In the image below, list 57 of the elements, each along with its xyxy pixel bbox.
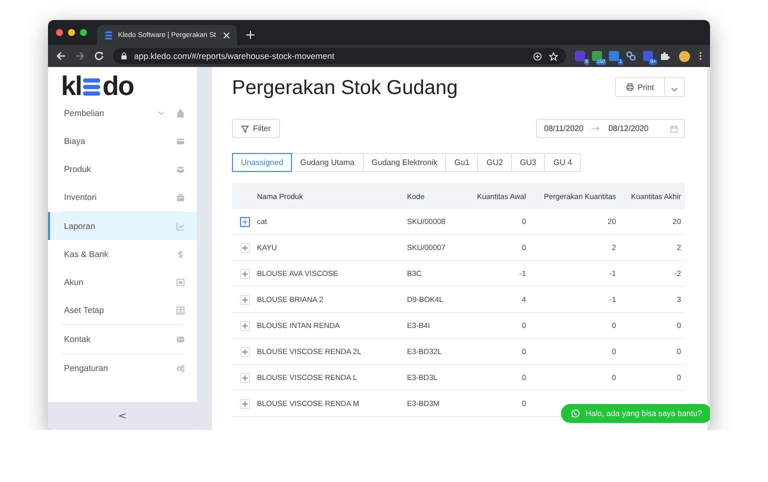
forward-icon[interactable] [75,51,85,61]
chevron-icon [671,86,678,92]
tab[interactable]: Gu1 [446,153,478,172]
back-icon[interactable] [56,51,66,61]
sidebar-item[interactable]: Inventori [48,183,197,211]
dollar-icon [176,250,185,258]
sidebar-item[interactable]: Laporan [48,212,197,240]
sidebar-item[interactable]: Pembelian [48,99,197,127]
tab[interactable]: Gudang Elektronik [364,153,446,172]
sidebar-item[interactable]: Kontak [48,325,197,353]
tab[interactable]: GU2 [478,153,512,172]
print-button[interactable]: Print [616,78,665,96]
square-icon [176,278,185,286]
url-text: app.kledo.com/#/reports/warehouse-stock-movement [134,51,334,61]
avatar-icon[interactable] [679,50,690,62]
gears-icon [176,364,185,372]
menu-icon[interactable] [699,51,702,61]
card-icon [176,136,185,146]
page-title: Pergerakan Stok Gudang [232,76,458,101]
puzzle-icon[interactable] [660,51,670,61]
id-card-icon [176,334,185,344]
sidebar-item[interactable]: Biaya [48,127,197,155]
star-icon[interactable] [549,52,558,60]
building-icon [176,306,185,314]
sidebar-item[interactable]: Kas & Bank [48,240,197,268]
box-icon [176,164,185,174]
close-icon[interactable] [223,32,230,38]
tab[interactable]: GU3 [512,153,546,172]
maximize-window-button[interactable] [80,29,87,36]
sidebar-item[interactable]: Akun [48,268,197,296]
chat-icon [571,409,580,418]
arrow-icon [591,126,600,131]
new-tab-button[interactable]: + [237,29,264,45]
add-icon[interactable] [533,52,542,60]
address-bar[interactable]: app.kledo.com/#/reports/warehouse-stock-movement [113,48,566,64]
stripes-icon [104,30,113,40]
bag-icon [176,108,185,118]
date-range-field[interactable]: 08/11/2020 08/12/2020 [536,119,685,138]
reload-icon[interactable] [94,51,104,61]
collapse-button[interactable]: < [114,410,131,422]
link-icon[interactable] [626,51,636,61]
tab[interactable]: Gudang Utama [292,153,364,172]
close-window-button[interactable] [56,29,63,36]
tab[interactable]: GU 4 [545,153,582,172]
printer-icon [626,83,634,91]
filter-button[interactable]: Filter [232,119,280,138]
calendar-icon [670,124,678,132]
sidebar-item[interactable]: Produk [48,155,197,183]
sidebar-item[interactable]: Aset Tetap [48,296,197,324]
expand-button[interactable] [240,216,250,226]
briefcase-icon [176,192,185,202]
filter-icon [241,124,249,132]
minimize-window-button[interactable] [68,29,75,36]
chart-icon [176,222,185,230]
sidebar-item[interactable]: Pengaturan [48,354,197,382]
lock-icon [121,52,127,60]
logo: kl do [61,74,134,99]
